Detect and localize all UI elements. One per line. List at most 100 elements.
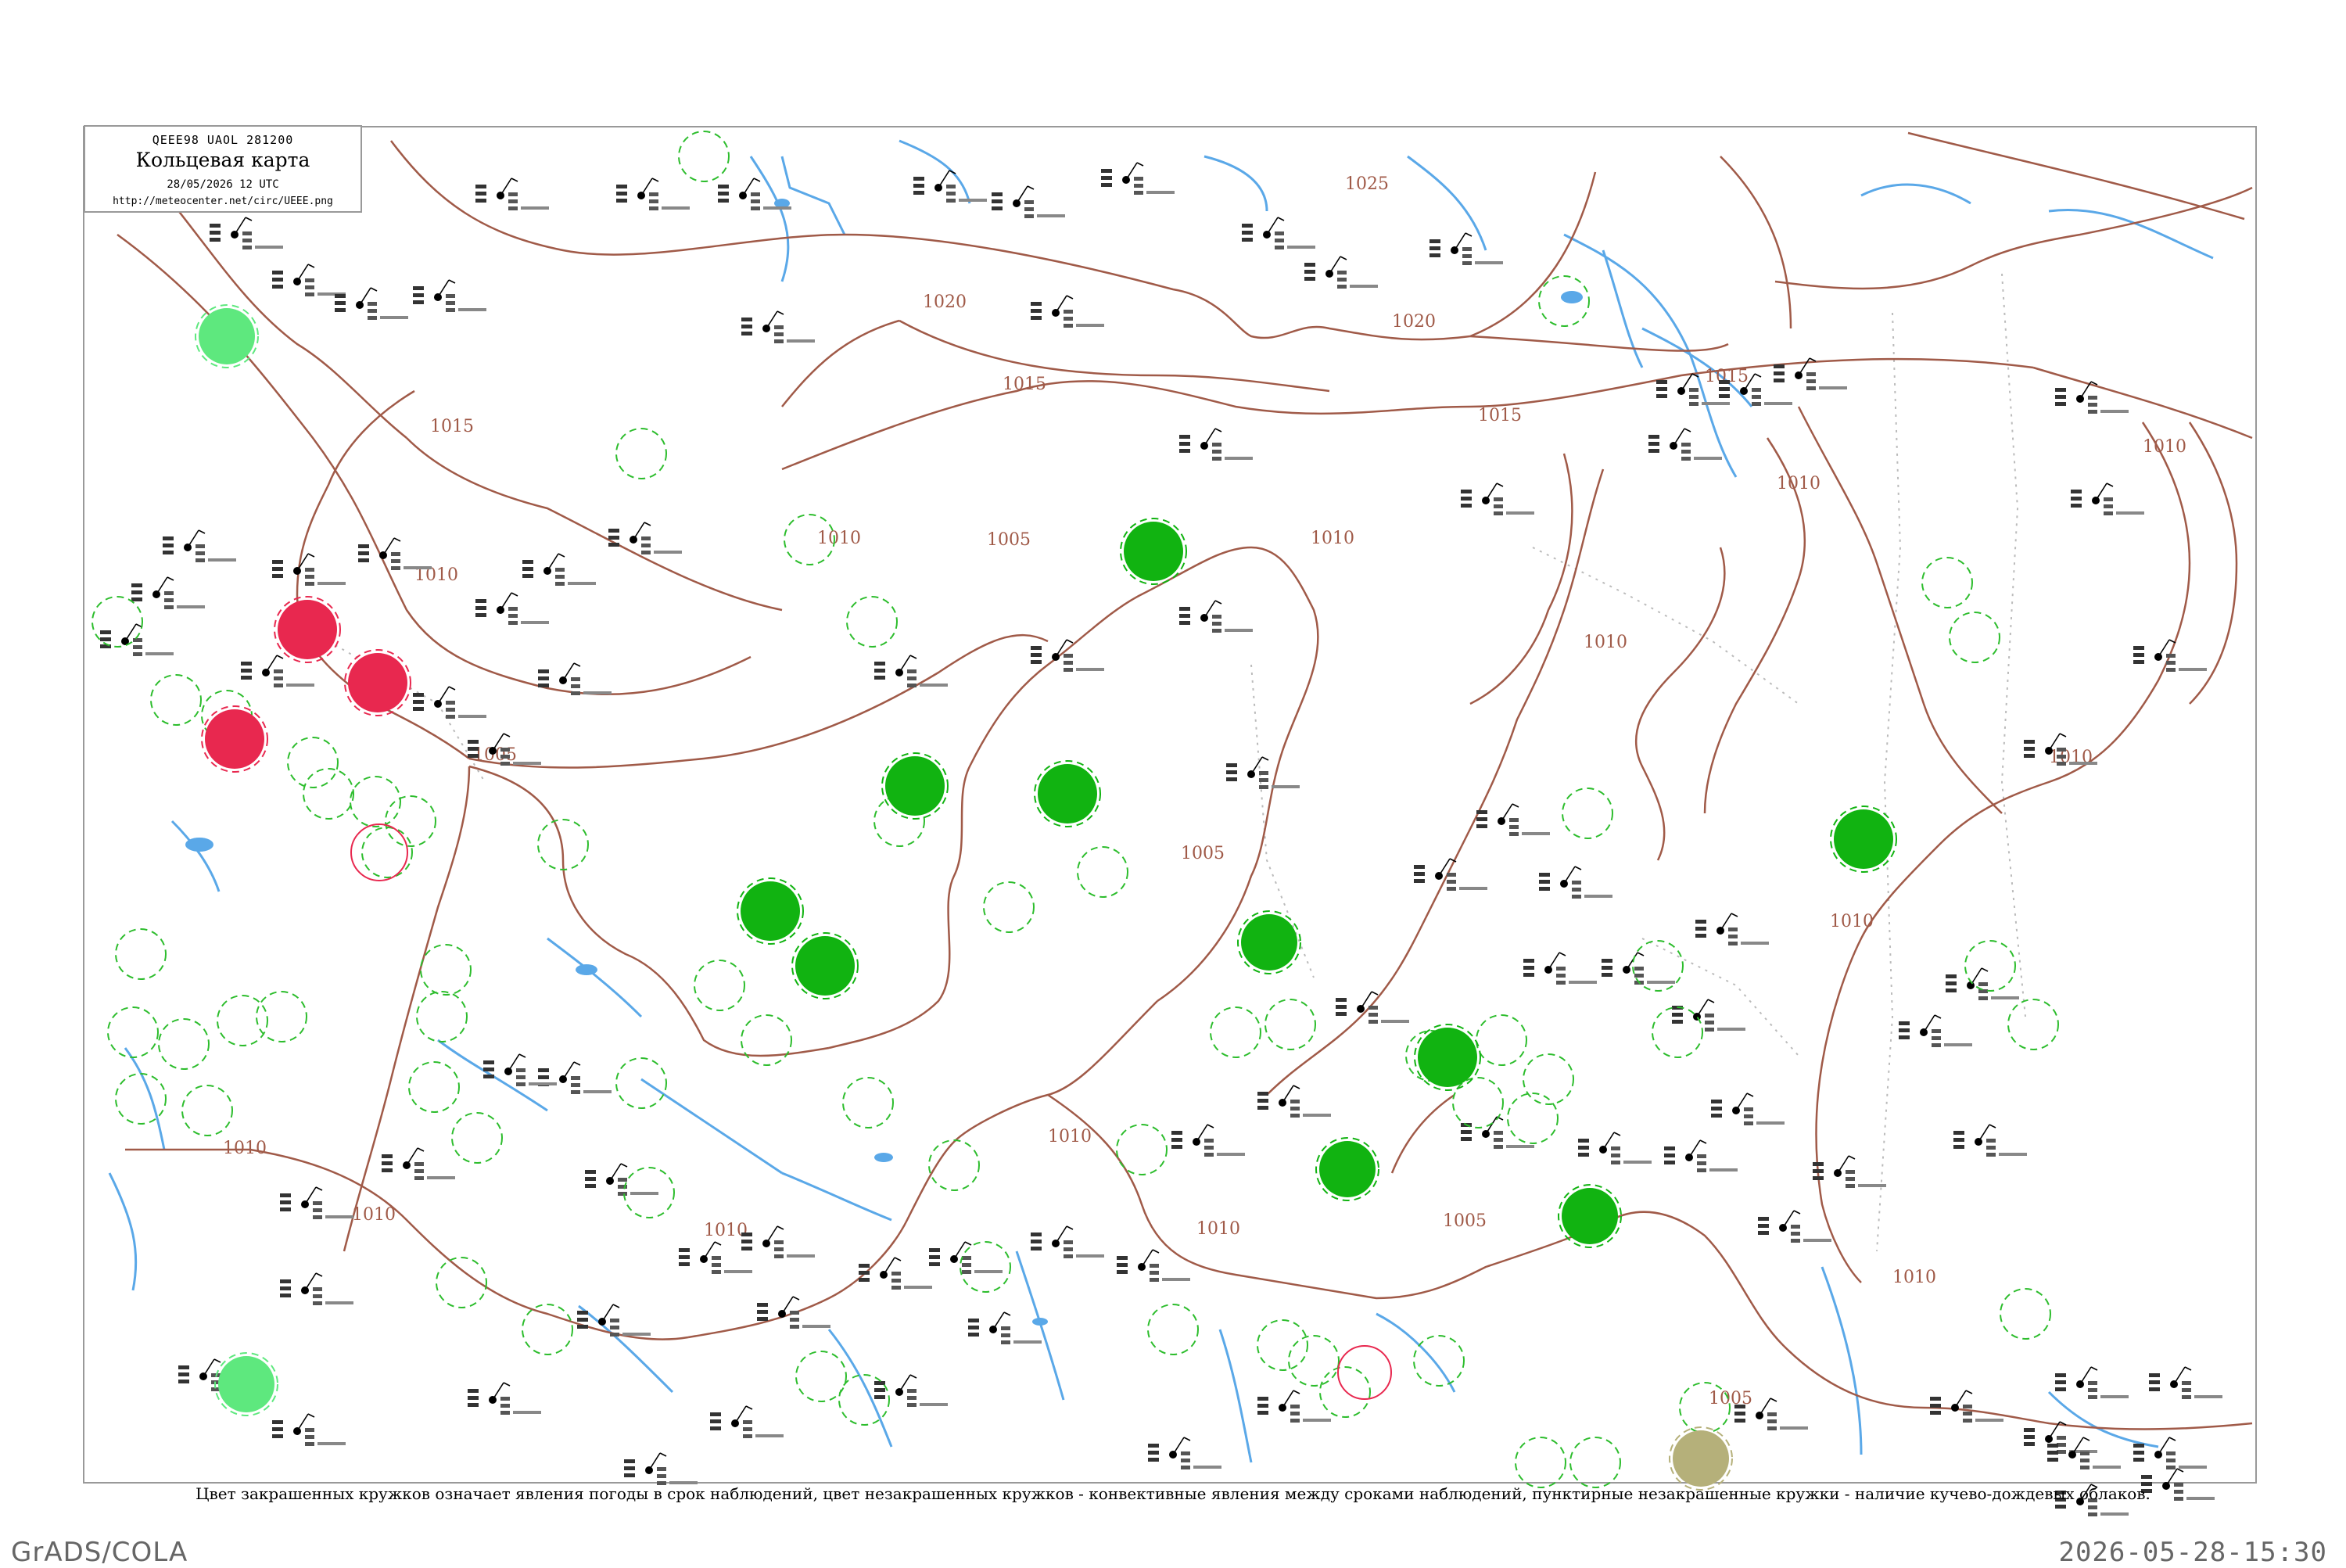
station-value-mark [1539,887,1550,891]
station-name-mark [622,1333,651,1336]
station-value-mark [1226,763,1237,767]
station-value-mark [859,1278,870,1282]
station-value-mark [1447,887,1456,891]
map-title-box: QEEE98 UAOL 281200 Кольцевая карта 28/05… [84,125,362,213]
station-value-mark [468,754,479,758]
station-value-mark [382,1154,393,1158]
station-value-mark [1791,1232,1800,1236]
station-value-mark [2055,388,2066,392]
station-value-mark [1257,1411,1268,1415]
station-value-mark [1656,387,1667,391]
station-value-mark [483,1060,494,1064]
station-value-mark [1447,873,1456,877]
isobar-label: 1010 [1584,633,1627,652]
station-value-mark [1648,435,1659,439]
station-value-mark [1101,183,1112,187]
station-value-mark [710,1412,721,1416]
station-name-mark [458,715,486,718]
station-value-mark [2024,740,2035,744]
station-value-mark [641,536,651,540]
station-value-mark [1064,1247,1073,1251]
station-value-mark [774,332,784,336]
station-value-mark [100,637,111,641]
station-name-mark [920,1403,948,1406]
station-value-mark [131,590,142,594]
station-value-mark [1806,372,1816,376]
station-value-mark [1134,191,1143,195]
station-name-mark [1569,981,1597,984]
station-value-mark [1179,621,1190,625]
station-value-mark [413,707,424,711]
station-value-mark [1171,1131,1182,1135]
station-name-mark [787,339,815,343]
weather-marker [1418,1028,1477,1087]
station-value-mark [468,747,479,751]
station-value-mark [1024,207,1034,211]
weather-marker [741,881,800,941]
station-value-mark [241,676,252,680]
station-name-mark [1506,1145,1534,1148]
station-value-mark [1791,1225,1800,1229]
station-name-mark [1459,887,1487,890]
station-value-mark [608,529,619,533]
station-value-mark [1946,981,1957,985]
station-value-mark [163,536,174,540]
station-value-mark [2024,747,2035,751]
station-value-mark [272,1420,283,1424]
station-value-mark [164,605,174,609]
station-value-mark [1758,1224,1769,1228]
station-value-mark [712,1256,721,1260]
station-value-mark [210,231,221,235]
station-value-mark [874,1395,885,1399]
station-value-mark [913,191,924,195]
station-value-mark [1846,1177,1855,1181]
isobar-label: 1015 [1003,375,1046,394]
station-value-mark [1476,817,1487,821]
station-name-mark [1764,402,1792,405]
station-value-mark [313,1215,322,1219]
station-value-mark [516,1075,526,1079]
station-value-mark [1117,1256,1128,1260]
station-value-mark [2055,402,2066,406]
station-value-mark [1461,504,1472,508]
station-name-mark [458,308,486,311]
station-value-mark [743,1420,752,1424]
station-name-mark [787,1254,815,1258]
station-value-mark [1064,310,1073,314]
station-value-mark [1656,394,1667,398]
station-value-mark [1259,785,1268,789]
station-value-mark [1462,254,1472,258]
station-value-mark [1932,1029,1941,1033]
station-name-mark [1803,1239,1831,1242]
station-value-mark [1648,449,1659,453]
station-value-mark [1728,935,1738,938]
station-value-mark [1806,379,1816,383]
station-name-mark [1819,386,1847,389]
station-value-mark [1556,981,1566,985]
station-value-mark [1257,1092,1268,1096]
station-value-mark [610,1326,619,1329]
station-value-mark [413,293,424,297]
station-value-mark [446,308,455,312]
station-value-mark [1767,1419,1777,1423]
station-value-mark [1752,395,1761,399]
station-name-mark [583,1090,612,1093]
station-value-mark [1462,261,1472,265]
map-date: 28/05/2026 12 UTC [167,178,279,191]
station-name-mark [2100,1512,2129,1516]
station-value-mark [1656,380,1667,384]
station-value-mark [1578,1153,1589,1157]
station-value-mark [1697,1161,1706,1165]
isobar-label: 1010 [1777,474,1820,493]
station-value-mark [475,613,486,617]
station-value-mark [2088,410,2097,414]
station-value-mark [874,662,885,666]
station-value-mark [382,1168,393,1172]
station-value-mark [624,1459,635,1463]
station-value-mark [2166,1459,2176,1462]
station-value-mark [1963,1412,1972,1416]
station-name-mark [1225,457,1253,460]
station-value-mark [1719,394,1730,398]
station-name-mark [654,551,682,554]
station-value-mark [1494,1145,1503,1149]
